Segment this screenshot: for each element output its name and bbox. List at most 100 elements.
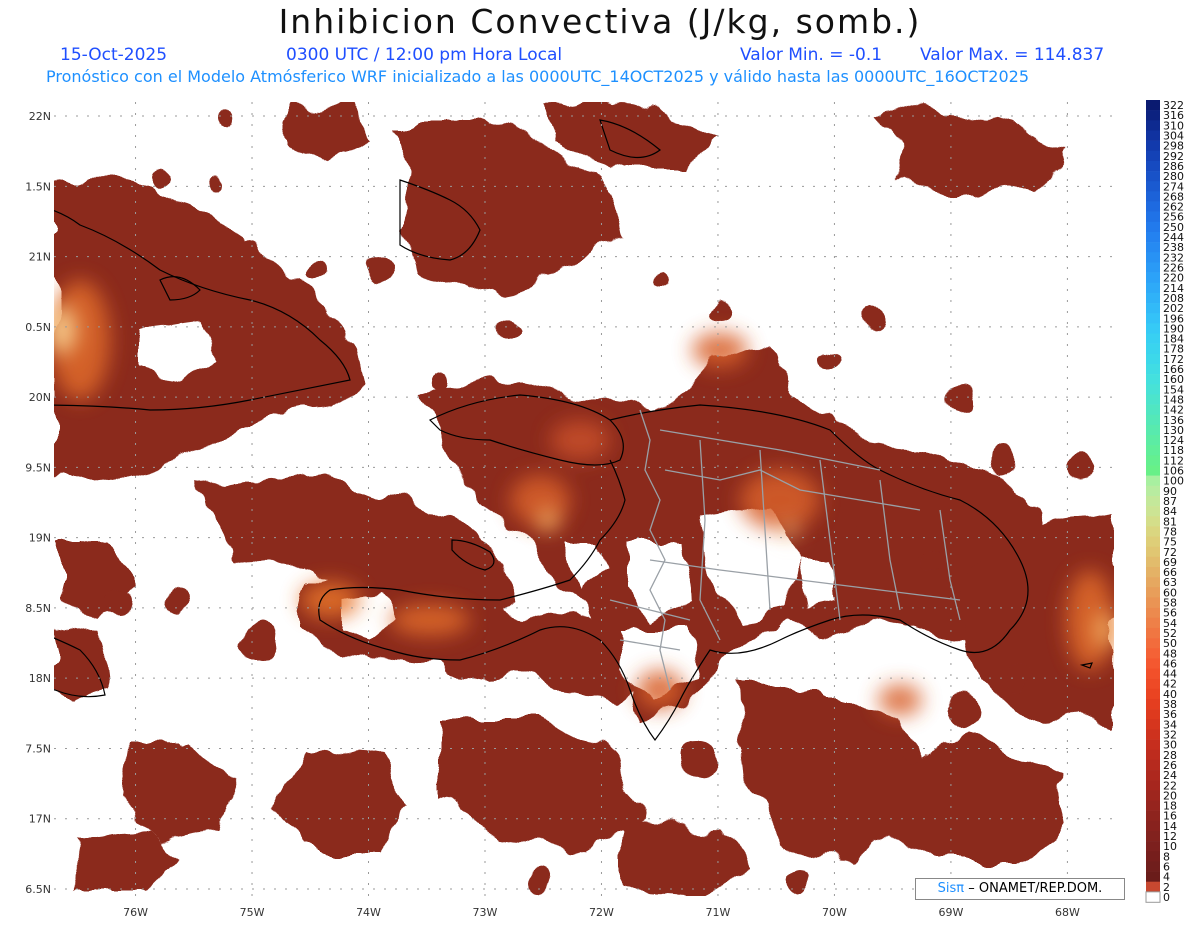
colorbar-swatch (1146, 181, 1160, 192)
colorbar-swatch (1146, 424, 1160, 436)
colorbar-swatch (1146, 485, 1160, 497)
colorbar-swatch (1146, 526, 1160, 537)
value-min: Valor Min. = -0.1 (740, 45, 883, 65)
colorbar-swatch (1146, 414, 1160, 426)
latitude-tick-labels: 22N 1.5N 21N 0.5N 20N 9.5N 19N 8.5N 18N 7.5N 17N 6.… (25, 110, 51, 896)
colorbar-swatch (1146, 394, 1160, 405)
colorbar-swatch (1146, 749, 1160, 761)
lon-tick-label: 70W (822, 906, 847, 919)
colorbar-swatch (1146, 150, 1160, 162)
lon-tick-label: 76W (123, 906, 148, 919)
colorbar-swatch (1146, 607, 1160, 619)
colorbar-swatch (1146, 445, 1160, 456)
colorbar-swatch (1146, 810, 1160, 822)
chart-title: Inhibicion Convectiva (J/kg, somb.) (278, 2, 922, 41)
colorbar-swatch (1146, 546, 1160, 558)
lat-tick-label: 7.5N (25, 742, 51, 755)
lat-tick-label: 19N (29, 532, 51, 545)
colorbar-swatch (1146, 729, 1160, 740)
lat-tick-label: 1.5N (25, 180, 51, 193)
colorbar-swatch (1146, 110, 1160, 121)
colorbar-swatch (1146, 353, 1160, 365)
colorbar-swatch (1146, 435, 1160, 446)
colorbar-swatch (1146, 384, 1160, 395)
colorbar-swatch (1146, 475, 1160, 487)
colorbar-swatch (1146, 698, 1160, 710)
colorbar-swatch (1146, 668, 1160, 679)
colorbar-swatch (1146, 841, 1160, 852)
lat-tick-label: 8.5N (25, 602, 51, 615)
colorbar: 3223163103042982922862802742682622562502… (1145, 99, 1184, 904)
colorbar-swatch (1146, 201, 1160, 212)
colorbar-swatch (1146, 577, 1160, 588)
lat-tick-label: 9.5N (25, 461, 51, 474)
lat-tick-label: 17N (29, 813, 51, 826)
colorbar-swatch (1146, 120, 1160, 131)
colorbar-swatch (1146, 221, 1160, 233)
colorbar-swatch (1146, 678, 1160, 690)
colorbar-swatch (1146, 566, 1160, 578)
colorbar-swatch (1146, 780, 1160, 791)
colorbar-swatch (1146, 770, 1160, 781)
colorbar-swatch (1146, 638, 1160, 649)
colorbar-swatch (1146, 303, 1160, 314)
colorbar-swatch (1146, 830, 1160, 842)
colorbar-swatch (1146, 191, 1160, 202)
colorbar-swatch (1146, 211, 1160, 223)
colorbar-swatch (1146, 140, 1160, 152)
colorbar-swatch (1146, 556, 1160, 568)
colorbar-swatch (1146, 252, 1160, 263)
colorbar-label: 0 (1163, 891, 1170, 904)
lon-tick-label: 75W (240, 906, 265, 919)
lon-tick-label: 71W (706, 906, 731, 919)
colorbar-swatch (1146, 465, 1160, 476)
colorbar-swatch (1146, 820, 1160, 832)
lon-tick-label: 72W (589, 906, 614, 919)
lon-tick-label: 74W (356, 906, 381, 919)
longitude-tick-labels: 76W 75W 74W 73W 72W 71W 70W 69W 68W (123, 906, 1080, 919)
colorbar-swatch (1146, 688, 1160, 700)
colorbar-swatch (1146, 709, 1160, 720)
credit-box: Sisπ – ONAMET/REP.DOM. (915, 878, 1125, 900)
colorbar-swatch (1146, 363, 1160, 375)
cin-map: 22N 1.5N 21N 0.5N 20N 9.5N 19N 8.5N 18N 7.5N 17N 6.… (25, 99, 1184, 919)
colorbar-swatch (1146, 506, 1160, 517)
colorbar-swatch (1146, 130, 1160, 141)
colorbar-swatch (1146, 160, 1160, 172)
colorbar-swatch (1146, 282, 1160, 294)
colorbar-swatch (1146, 100, 1160, 111)
colorbar-swatch (1146, 739, 1160, 751)
forecast-date: 15-Oct-2025 (60, 45, 168, 65)
colorbar-swatch (1146, 323, 1160, 334)
credit-text: – ONAMET/REP.DOM. (968, 881, 1103, 896)
colorbar-swatch (1146, 262, 1160, 273)
colorbar-swatch (1146, 627, 1160, 639)
lat-tick-label: 6.5N (25, 883, 51, 896)
colorbar-swatch (1146, 455, 1160, 466)
colorbar-swatch (1146, 617, 1160, 629)
colorbar-swatch (1146, 171, 1160, 182)
lon-tick-label: 73W (473, 906, 498, 919)
sispi-logo-text: Sisπ (937, 881, 965, 896)
colorbar-swatch (1146, 404, 1160, 416)
lat-tick-label: 18N (29, 672, 51, 685)
forecast-time: 0300 UTC / 12:00 pm Hora Local (286, 45, 563, 65)
colorbar-swatch (1146, 495, 1160, 507)
colorbar-swatch (1146, 374, 1160, 385)
value-max: Valor Max. = 114.837 (920, 45, 1105, 65)
colorbar-swatch (1146, 587, 1160, 598)
colorbar-swatch (1146, 313, 1160, 324)
colorbar-swatch (1146, 231, 1160, 243)
colorbar-swatch (1146, 790, 1160, 801)
colorbar-swatch (1146, 861, 1160, 872)
lat-tick-label: 22N (29, 110, 51, 123)
colorbar-swatch (1146, 871, 1160, 882)
lon-tick-label: 68W (1055, 906, 1080, 919)
lat-tick-label: 20N (29, 391, 51, 404)
forecast-description: Pronóstico con el Modelo Atmósferico WRF… (46, 67, 1030, 86)
colorbar-swatch (1146, 719, 1160, 730)
colorbar-swatch (1146, 272, 1160, 284)
cin-shading-base (54, 102, 1114, 896)
colorbar-swatch (1146, 333, 1160, 344)
colorbar-swatch (1146, 292, 1160, 304)
